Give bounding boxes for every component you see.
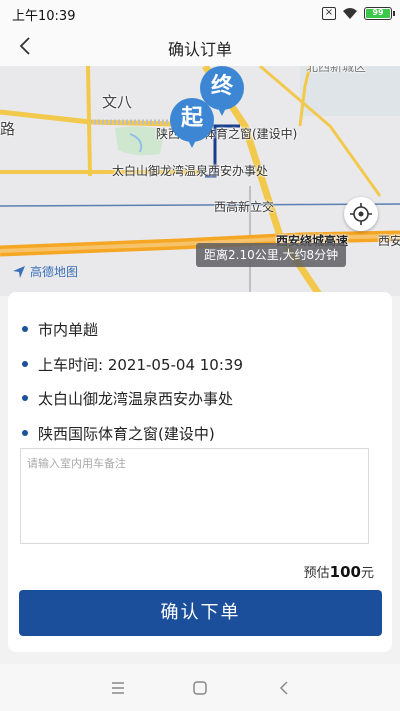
- estimate-label: 预估: [303, 566, 330, 581]
- order-card: 市内单趟 上车时间: 2021-05-04 10:39 太白山御龙湾温泉西安办事…: [8, 292, 392, 652]
- map-label-office: 太白山御龙湾温泉西安办事处: [112, 164, 269, 178]
- bullet-dot-icon: [22, 430, 28, 436]
- map-label-lixin: 西高新立交: [214, 200, 275, 214]
- map-logo-text: 高德地图: [30, 265, 79, 279]
- start-pin: 起: [170, 98, 214, 148]
- route-map[interactable]: 北西新城区 文八 路 陕西国际体育之窗(建设中) 太白山御龙湾温泉西安办事处 西…: [0, 66, 400, 296]
- menu-button[interactable]: [106, 676, 130, 700]
- origin-row: 太白山御龙湾温泉西安办事处: [22, 387, 233, 409]
- map-label-xi-edge: 西安: [378, 234, 400, 248]
- confirm-order-button[interactable]: 确认下单: [19, 590, 382, 636]
- distance-tip: 距离2.10公里,大约8分钟: [196, 243, 347, 267]
- note-input[interactable]: [21, 449, 368, 543]
- navigation-arrow-icon: [13, 265, 25, 278]
- trip-type-row: 市内单趟: [22, 318, 98, 340]
- header: 确认订单: [0, 26, 400, 66]
- home-square-icon: [193, 681, 207, 695]
- estimate: 预估100元: [304, 562, 374, 581]
- bullet-dot-icon: [22, 395, 28, 401]
- origin: 太白山御龙湾温泉西安办事处: [38, 389, 234, 408]
- estimate-unit: 元: [360, 566, 374, 581]
- menu-icon: [112, 682, 124, 694]
- battery-level: 99: [366, 8, 390, 18]
- map-label-road-left: 路: [0, 120, 16, 138]
- battery-icon: 99: [364, 6, 395, 20]
- home-button[interactable]: [188, 676, 212, 700]
- status-time: 上午10:39: [12, 9, 76, 24]
- map-label-top-edge: 北西新城区: [306, 66, 367, 74]
- status-icons: × 99: [322, 5, 395, 21]
- wifi-icon: [343, 7, 357, 19]
- estimate-price: 100: [329, 563, 361, 581]
- close-box-icon: ×: [322, 6, 336, 20]
- trip-type: 市内单趟: [38, 320, 99, 339]
- bullet-dot-icon: [22, 326, 28, 332]
- destination-row: 陕西国际体育之窗(建设中): [22, 422, 215, 444]
- system-back-button[interactable]: [272, 676, 296, 700]
- map-label-wenba: 文八: [102, 93, 133, 111]
- locate-button[interactable]: [344, 197, 378, 231]
- status-bar: 上午10:39 × 99: [0, 0, 400, 26]
- page-title: 确认订单: [167, 40, 232, 59]
- destination: 陕西国际体育之窗(建设中): [38, 424, 215, 443]
- pickup-time-row: 上车时间: 2021-05-04 10:39: [22, 353, 243, 375]
- back-triangle-icon: [279, 681, 288, 695]
- map-logo: 高德地图: [12, 263, 78, 280]
- bullet-dot-icon: [22, 361, 28, 367]
- note-box: [20, 448, 369, 544]
- system-nav-bar: [0, 664, 400, 711]
- pickup-time: 上车时间: 2021-05-04 10:39: [38, 355, 243, 374]
- crosshair-icon: [350, 203, 372, 225]
